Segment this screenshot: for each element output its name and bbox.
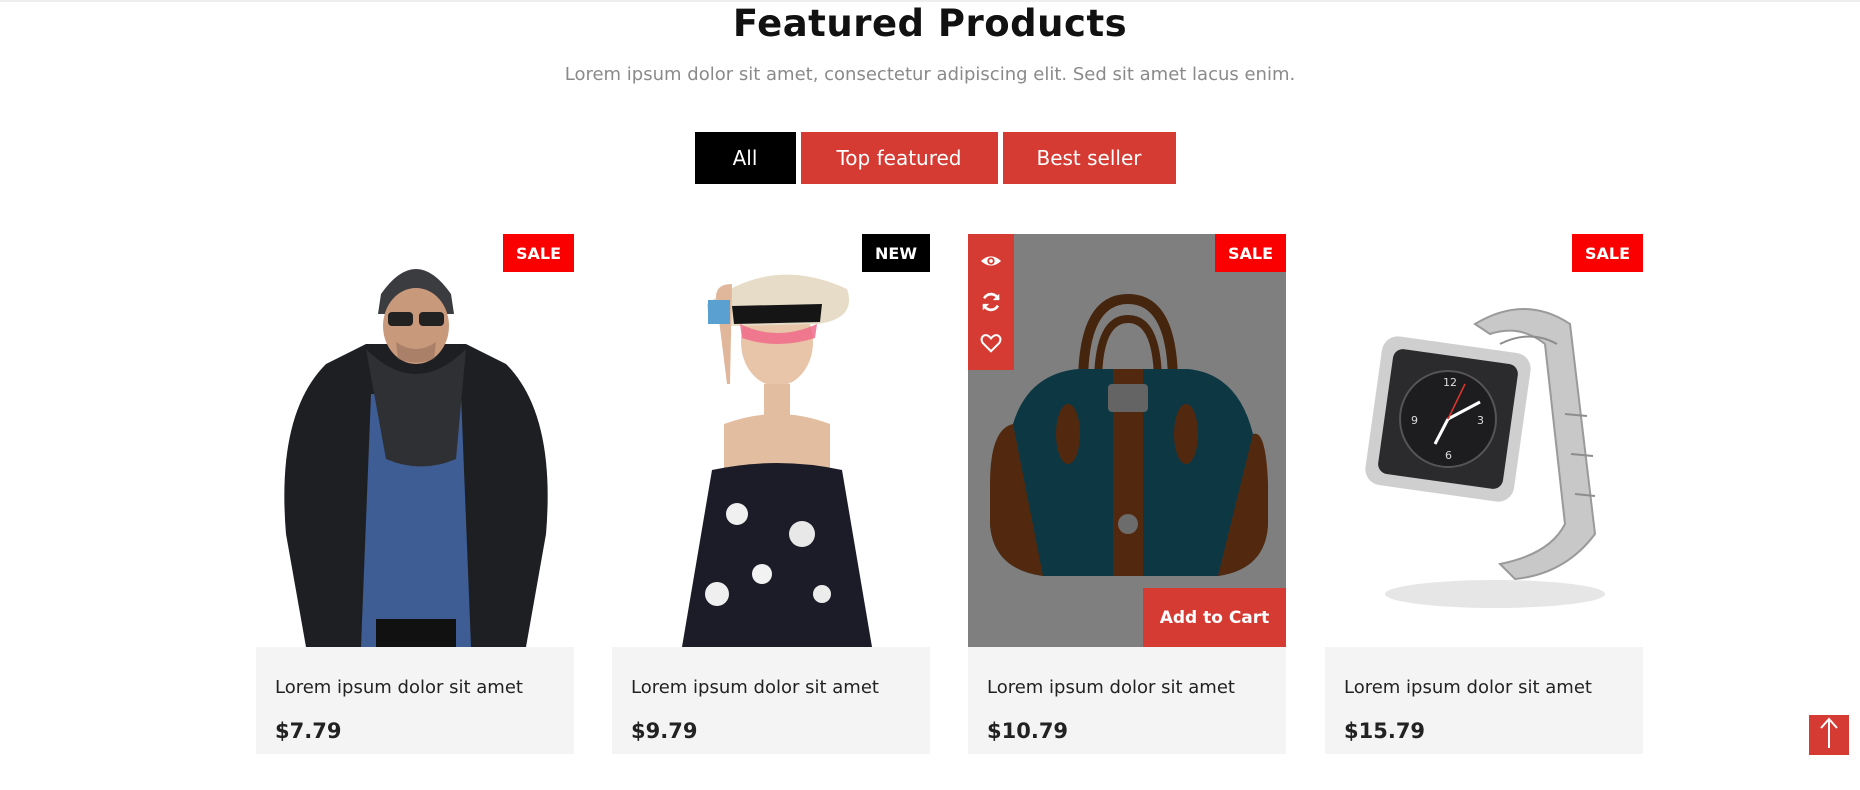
filter-tab-top-featured[interactable]: Top featured [800, 132, 998, 184]
product-price: $7.79 [275, 719, 342, 743]
arrow-up-icon [1818, 716, 1840, 754]
new-badge: NEW [862, 234, 930, 272]
smart-watch-image: 12 3 6 9 [1365, 308, 1605, 608]
product-name[interactable]: Lorem ipsum dolor sit amet [275, 677, 523, 698]
woman-sun-hat-image [682, 274, 872, 647]
filter-tab-best-seller[interactable]: Best seller [1002, 132, 1176, 184]
filter-tab-all[interactable]: All [694, 132, 796, 184]
product-card[interactable]: SALE Add to Cart Lorem ipsum dolor sit a… [968, 234, 1286, 754]
product-image[interactable]: NEW [612, 234, 930, 647]
svg-text:12: 12 [1443, 376, 1457, 389]
product-filter-tabs: All Top featured Best seller [0, 132, 1860, 184]
back-to-top-button[interactable] [1809, 715, 1849, 755]
eye-icon[interactable] [980, 250, 1002, 272]
refresh-icon[interactable] [980, 291, 1002, 313]
svg-text:3: 3 [1477, 414, 1484, 427]
heart-icon[interactable] [980, 332, 1002, 354]
add-to-cart-button[interactable]: Add to Cart [1143, 588, 1286, 647]
product-name[interactable]: Lorem ipsum dolor sit amet [631, 677, 879, 698]
product-price: $10.79 [987, 719, 1069, 743]
product-name[interactable]: Lorem ipsum dolor sit amet [1344, 677, 1592, 698]
hover-overlay [968, 234, 1286, 647]
product-info: Lorem ipsum dolor sit amet $15.79 [1325, 647, 1643, 754]
product-price: $9.79 [631, 719, 698, 743]
product-image[interactable]: 12 3 6 9 SALE [1325, 234, 1643, 647]
product-info: Lorem ipsum dolor sit amet $9.79 [612, 647, 930, 754]
product-actions [968, 234, 1014, 370]
sale-badge: SALE [1214, 234, 1286, 272]
product-info: Lorem ipsum dolor sit amet $10.79 [968, 647, 1286, 754]
svg-text:9: 9 [1411, 414, 1418, 427]
man-winter-jacket-image [284, 269, 548, 647]
product-name[interactable]: Lorem ipsum dolor sit amet [987, 677, 1235, 698]
section-subtitle: Lorem ipsum dolor sit amet, consectetur … [564, 64, 1296, 85]
product-info: Lorem ipsum dolor sit amet $7.79 [256, 647, 574, 754]
product-card[interactable]: 12 3 6 9 SALE Lorem ipsum dolor sit amet… [1325, 234, 1643, 754]
product-price: $15.79 [1344, 719, 1426, 743]
product-card[interactable]: NEW Lorem ipsum dolor sit amet $9.79 [612, 234, 930, 754]
product-image[interactable]: SALE Add to Cart [968, 234, 1286, 647]
sale-badge: SALE [502, 234, 574, 272]
svg-text:6: 6 [1445, 449, 1452, 462]
section-title: Featured Products [732, 2, 1128, 45]
product-image[interactable]: SALE [256, 234, 574, 647]
sale-badge: SALE [1571, 234, 1643, 272]
product-card[interactable]: SALE Lorem ipsum dolor sit amet $7.79 [256, 234, 574, 754]
